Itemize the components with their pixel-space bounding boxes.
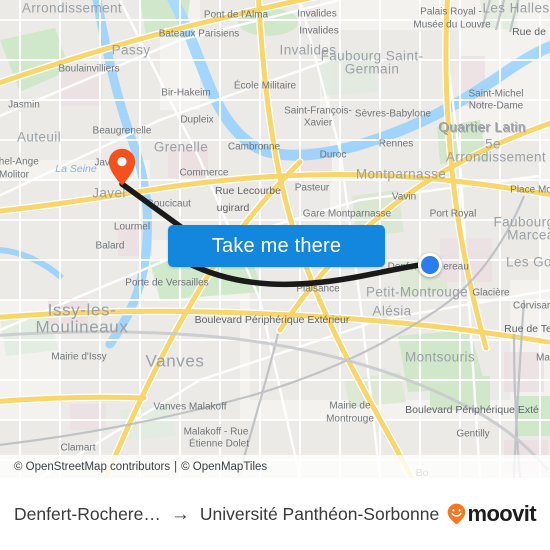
trip-bottom-bar: Denfert-Rochere… → Université Panthéon-S… xyxy=(0,478,550,550)
moovit-brand[interactable]: moovit xyxy=(447,501,537,527)
map-screen: Arrondissement Pont de l'Alma Invalides Pal… xyxy=(0,0,550,550)
map-canvas[interactable]: Arrondissement Pont de l'Alma Invalides Pal… xyxy=(0,0,550,478)
trip-origin-label: Denfert-Rochere… xyxy=(14,503,161,524)
attribution-tiles[interactable]: © OpenMapTiles xyxy=(181,461,267,473)
attribution-separator: | xyxy=(174,460,178,473)
arrow-right-icon: → xyxy=(170,503,190,525)
trip-destination-label: Université Panthéon-Sorbonne … xyxy=(199,503,442,524)
trip-summary[interactable]: Denfert-Rochere… → Université Panthéon-S… xyxy=(14,504,441,525)
location-dot-icon[interactable] xyxy=(418,253,442,277)
map-pin-icon[interactable] xyxy=(108,148,136,186)
map-attribution: © OpenStreetMap contributors | © OpenMap… xyxy=(0,455,550,478)
take-me-there-label: Take me there xyxy=(211,234,342,257)
take-me-there-button[interactable]: Take me there xyxy=(168,225,385,267)
attribution-osm[interactable]: © OpenStreetMap contributors xyxy=(14,461,170,473)
moovit-wordmark: moovit xyxy=(467,501,536,526)
moovit-smile-pin-icon xyxy=(448,503,466,525)
